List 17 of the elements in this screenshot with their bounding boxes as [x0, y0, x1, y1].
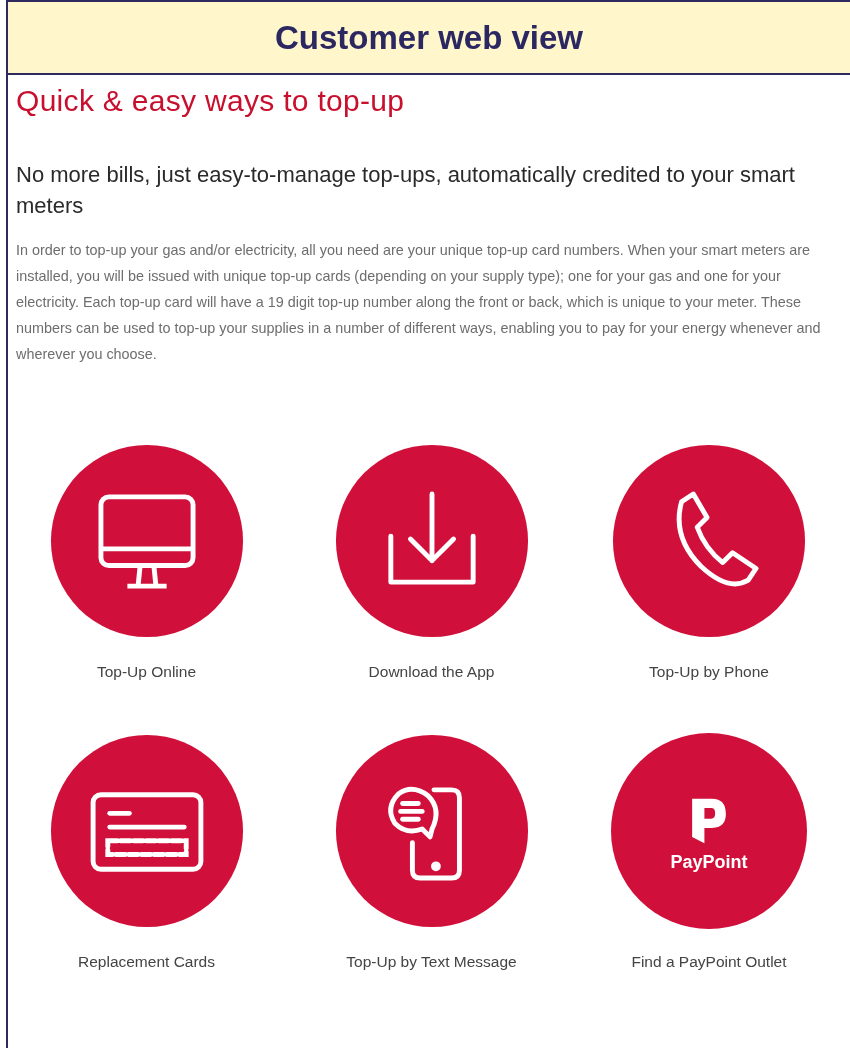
monitor-icon[interactable]: [48, 443, 245, 639]
option-link[interactable]: Top-Up Online: [96, 663, 197, 681]
page-heading: Quick & easy ways to top-up: [16, 83, 406, 119]
card-icon[interactable]: [48, 733, 245, 929]
paypoint-logo[interactable]: PayPoint: [611, 733, 807, 929]
banner-title: Customer web view: [274, 18, 584, 57]
paypoint-text: PayPoint: [670, 851, 748, 873]
message-phone-icon[interactable]: [333, 733, 530, 929]
option-link[interactable]: Top-Up by Phone: [649, 663, 769, 681]
option-link[interactable]: Find a PayPoint Outlet: [631, 953, 787, 971]
option-link[interactable]: Top-Up by Text Message: [346, 953, 517, 971]
intro-paragraph: In order to top-up your gas and/or electricity, all you need are your unique top-up card numbers. When your smart meters are installed, you will be issued with unique top-up cards (depending on your supply type); one for your gas and one for your electricity. Each top-up card will have a 19 digit top-up number along the front or back, which is unique to your meter. These numbers can be used to top-up your supplies in a number of different ways, enabling you to pay for your energy whenever and wherever you choose.: [16, 241, 822, 364]
option-link[interactable]: Download the App: [368, 663, 495, 681]
download-icon[interactable]: [333, 443, 530, 639]
phone-icon[interactable]: [611, 443, 807, 639]
page-subheading: No more bills, just easy-to-manage top-ups, automatically credited to your smart meters: [16, 161, 796, 220]
option-link[interactable]: Replacement Cards: [78, 953, 215, 971]
